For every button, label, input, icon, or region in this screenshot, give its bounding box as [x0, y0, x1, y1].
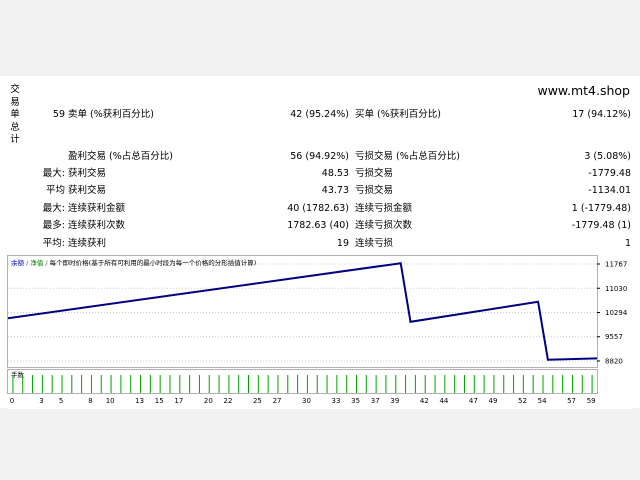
stats-cell-c2: 连续获利次数 [68, 220, 126, 231]
x-tick-label: 54 [538, 397, 547, 405]
stats-cell-c2: 盈利交易 (%占总百分比) [68, 151, 173, 162]
section-label-char: 交 [10, 84, 20, 95]
x-tick-label: 49 [489, 397, 498, 405]
stats-cell-c1: 最大: [42, 168, 65, 179]
stats-cell-c4: 亏损交易 [355, 185, 394, 196]
x-tick-label: 17 [174, 397, 183, 405]
stats-cell-c5: 1 [624, 238, 631, 249]
x-tick-label: 5 [59, 397, 63, 405]
stats-cell-c4: 亏损交易 [355, 168, 394, 179]
stats-cell-c5: 17 (94.12%) [572, 109, 631, 120]
stats-cell-c3: 43.73 [321, 185, 349, 196]
x-tick-label: 44 [439, 397, 448, 405]
x-tick-label: 15 [155, 397, 164, 405]
legend-equity: 净值 [30, 258, 44, 267]
x-tick-label: 35 [351, 397, 360, 405]
stats-row: 最多: 连续获利次数 1782.63 (40) 连续亏损次数 -1779.48 (1) [0, 218, 640, 234]
stats-cell-c1: 最大: [42, 203, 65, 214]
stats-cell-c3: 1782.63 (40) [287, 220, 349, 231]
section-label-char: 总 [10, 121, 20, 133]
top-band [0, 0, 640, 76]
stats-cell-c3: 40 (1782.63) [287, 203, 349, 214]
x-tick-label: 52 [518, 397, 527, 405]
x-tick-label: 27 [273, 397, 282, 405]
stats-cell-c1: 59 [52, 109, 65, 120]
volume-panel [7, 369, 598, 394]
stats-cell-c2: 连续获利 [68, 238, 107, 249]
stats-row: 平均 获利交易 43.73 亏损交易 -1134.01 [0, 183, 640, 199]
x-tick-label: 13 [135, 397, 144, 405]
y-tick-label: 11030 [605, 285, 627, 293]
stats-cell-c4: 亏损交易 (%占总百分比) [355, 151, 460, 162]
stats-cell-c3: 48.53 [321, 168, 349, 179]
stats-cell-c2: 卖单 (%获利百分比) [68, 109, 154, 120]
x-tick-label: 3 [39, 397, 43, 405]
stats-row: 盈利交易 (%占总百分比) 56 (94.92%) 亏损交易 (%占总百分比) 3 (… [0, 149, 640, 165]
stats-cell-c1: 平均: [42, 238, 65, 249]
stats-row: 平均: 连续获利 19 连续亏损 1 [0, 236, 640, 252]
stats-cell-c5: -1134.01 [588, 185, 631, 196]
stats-cell-c4: 买单 (%获利百分比) [355, 109, 441, 120]
x-tick-label: 0 [10, 397, 14, 405]
price-panel [7, 255, 598, 368]
x-tick-label: 33 [331, 397, 340, 405]
stats-cell-c5: -1779.48 [588, 168, 631, 179]
stats-cell-c4: 连续亏损 [355, 238, 394, 249]
y-tick-label: 9557 [605, 333, 623, 341]
stats-cell-c5: 3 (5.08%) [584, 151, 631, 162]
y-tick-label: 11767 [605, 261, 627, 269]
stats-cell-c4: 连续亏损次数 [355, 220, 413, 231]
x-tick-label: 42 [420, 397, 429, 405]
balance-chart-svg: 余额 / 净值 / 每个即时价格(基于所有可利用的最小时段为每一个价格的分形插值… [7, 255, 633, 409]
x-tick-label: 20 [204, 397, 213, 405]
x-tick-label: 59 [587, 397, 596, 405]
x-tick-label: 57 [567, 397, 576, 405]
x-tick-label: 10 [106, 397, 115, 405]
x-tick-label: 8 [88, 397, 92, 405]
legend-description: 每个即时价格(基于所有可利用的最小时段为每一个价格的分形插值计算) [50, 258, 257, 267]
stats-cell-c2: 获利交易 [68, 168, 107, 179]
stats-row: 最大: 连续获利金额 40 (1782.63) 连续亏损金额 1 (-1779.48) [0, 201, 640, 217]
x-tick-label: 25 [253, 397, 262, 405]
x-tick-label: 22 [224, 397, 233, 405]
stats-cell-c1: 最多: [42, 220, 65, 231]
x-tick-label: 47 [469, 397, 478, 405]
y-tick-label: 8820 [605, 358, 623, 366]
legend-balance: 余额 [11, 258, 25, 267]
stats-cell-c3: 42 (95.24%) [290, 109, 349, 120]
y-tick-label: 10294 [605, 309, 628, 317]
x-tick-label: 39 [390, 397, 399, 405]
x-tick-label: 37 [371, 397, 380, 405]
stats-cell-c5: 1 (-1779.48) [571, 203, 631, 214]
section-label-char: 计 [10, 134, 20, 145]
stats-cell-c3: 19 [336, 238, 349, 249]
x-tick-label: 30 [302, 397, 311, 405]
chart-header: 余额 / 净值 / 每个即时价格(基于所有可利用的最小时段为每一个价格的分形插值… [11, 258, 256, 267]
bottom-band [0, 408, 640, 480]
stats-row: 59 卖单 (%获利百分比) 42 (95.24%) 买单 (%获利百分比) 17 (9… [0, 107, 640, 123]
stats-cell-c4: 连续亏损金额 [355, 203, 413, 214]
site-watermark: www.mt4.shop [537, 83, 630, 98]
stats-cell-c2: 获利交易 [68, 185, 107, 196]
stats-cell-c1: 平均 [45, 185, 65, 196]
balance-chart: 余额 / 净值 / 每个即时价格(基于所有可利用的最小时段为每一个价格的分形插值… [7, 255, 633, 409]
stats-cell-c2: 连续获利金额 [68, 203, 126, 214]
stats-cell-c5: -1779.48 (1) [571, 220, 631, 231]
stats-cell-c3: 56 (94.92%) [290, 151, 349, 162]
stats-row: 最大: 获利交易 48.53 亏损交易 -1779.48 [0, 166, 640, 182]
